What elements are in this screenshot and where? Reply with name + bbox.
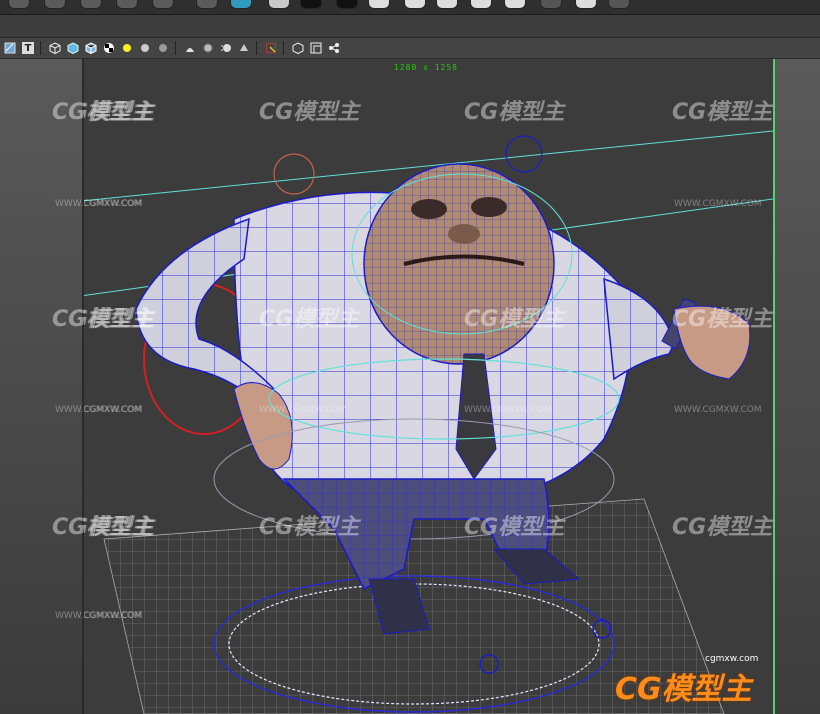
ear-control[interactable] — [505, 135, 543, 173]
shelf-button[interactable] — [436, 0, 458, 9]
watermark-text: CG模型主 — [52, 515, 153, 540]
watermark-text: CG模型主 — [52, 307, 153, 332]
right-side-panel — [771, 59, 820, 714]
shelf-button[interactable] — [608, 0, 630, 9]
shelf-button[interactable] — [470, 0, 492, 9]
toolbar-divider — [256, 41, 257, 55]
toolbar-divider — [283, 41, 284, 55]
watermark-text: CG模型主 — [259, 307, 360, 332]
text-tool-icon[interactable]: T — [20, 40, 36, 56]
watermark-text: CG模型主 — [259, 100, 360, 125]
shelf-button[interactable] — [80, 0, 102, 9]
shelf-button[interactable] — [300, 0, 322, 9]
watermark-text: CG模型主 — [259, 515, 360, 540]
watermark-text: CG模型主 — [672, 515, 773, 540]
ear-control[interactable] — [273, 153, 315, 195]
sphere-icon[interactable] — [155, 40, 171, 56]
isolate-cube-icon[interactable] — [290, 40, 306, 56]
shelf-button[interactable] — [152, 0, 174, 9]
3d-viewport[interactable]: 1280 x 1258 模型主 CG模型主 CG模型主 CG模型主 CGMXW.… — [82, 59, 775, 714]
watermark-url: WWW.CGMXW.COM — [674, 199, 762, 209]
shelf-button[interactable] — [336, 0, 358, 9]
watermark-url: WWW.CGMXW.COM — [464, 405, 552, 415]
ambient-occlusion-icon[interactable] — [200, 40, 216, 56]
shelf-button[interactable] — [504, 0, 526, 9]
shelf-button[interactable] — [230, 0, 252, 9]
brand-logo: cgmxw.com CG模型主 — [615, 648, 815, 708]
shelf-button[interactable] — [404, 0, 426, 9]
character-eye-right — [471, 197, 507, 217]
watermark-url: WWW.CGMXW.COM — [674, 405, 762, 415]
scene-canvas — [84, 130, 773, 714]
shelf-button[interactable] — [540, 0, 562, 9]
brand-logo-url: cgmxw.com — [705, 654, 759, 664]
watermark-text: CG模型主 — [464, 307, 565, 332]
textured-cube-icon[interactable] — [83, 40, 99, 56]
top-shelf-strip — [0, 0, 820, 15]
watermark-text: CG模型主 — [464, 515, 565, 540]
toolbar-divider — [175, 41, 176, 55]
all-lights-icon[interactable] — [137, 40, 153, 56]
watermark-url: WWW.CGMXW.COM — [259, 405, 347, 415]
wireframe-cube-icon[interactable] — [47, 40, 63, 56]
grid-select-icon[interactable] — [263, 40, 279, 56]
shelf-button[interactable] — [8, 0, 30, 9]
shelf-button[interactable] — [116, 0, 138, 9]
character-nose — [448, 224, 480, 244]
watermark-text: CG模型主 — [672, 307, 773, 332]
anti-alias-icon[interactable] — [236, 40, 252, 56]
viewport-panel-toolbar: T — [0, 38, 820, 59]
brand-logo-text: CG模型主 — [615, 672, 752, 707]
shelf-button[interactable] — [368, 0, 390, 9]
watermark-url: WWW.CGMXW.COM — [55, 611, 143, 621]
watermark-text: CG模型主 — [52, 100, 153, 125]
watermark-url: WWW.CGMXW.COM — [55, 405, 143, 415]
watermark-text: CG模型主 — [464, 100, 565, 125]
graph-icon[interactable] — [326, 40, 342, 56]
status-bar — [0, 15, 820, 38]
shadow-icon[interactable] — [182, 40, 198, 56]
text-tool-label: T — [22, 42, 34, 54]
toolbar-divider — [40, 41, 41, 55]
watermark-url: WWW.CGMXW.COM — [55, 199, 143, 209]
default-light-icon[interactable] — [119, 40, 135, 56]
shelf-button[interactable] — [268, 0, 290, 9]
uv-editor-icon[interactable] — [2, 40, 18, 56]
watermark-text: CG模型主 — [672, 100, 773, 125]
motion-blur-icon[interactable] — [218, 40, 234, 56]
character-eye-left — [411, 199, 447, 219]
shelf-button[interactable] — [196, 0, 218, 9]
checker-icon[interactable] — [101, 40, 117, 56]
shelf-button[interactable] — [44, 0, 66, 9]
shelf-button[interactable] — [575, 0, 597, 9]
panel-layout-icon[interactable] — [308, 40, 324, 56]
smooth-shade-cube-icon[interactable] — [65, 40, 81, 56]
